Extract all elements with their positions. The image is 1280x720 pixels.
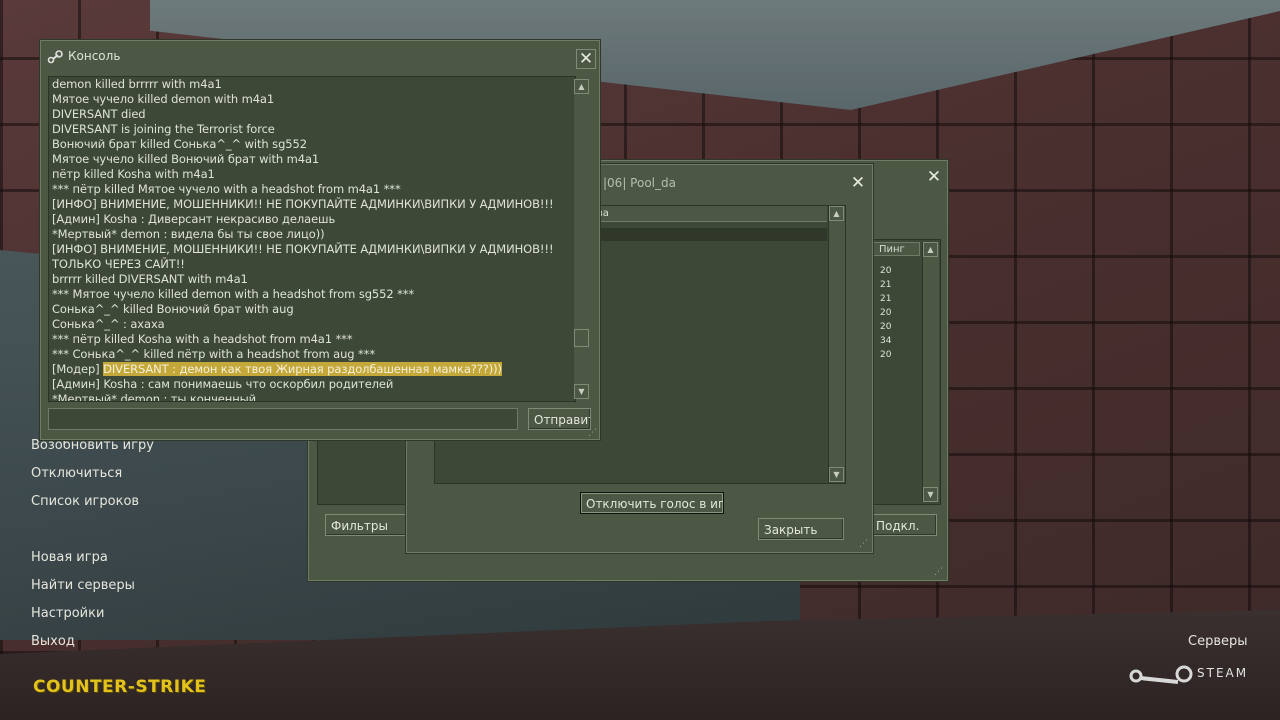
ping-value: 21 xyxy=(880,280,892,290)
scroll-down-icon[interactable]: ▼ xyxy=(923,487,938,502)
scroll-up-icon[interactable]: ▲ xyxy=(574,79,589,94)
server-list-scrollbar[interactable]: ▲ ▼ xyxy=(922,242,939,502)
console-lines: demon killed brrrrr with m4a1 Мятое чучел… xyxy=(49,77,575,402)
menu-options[interactable]: Настройки xyxy=(31,606,104,621)
steam-icon xyxy=(47,50,63,64)
mute-voice-button[interactable]: Отключить голос в игре xyxy=(580,492,724,514)
console-line: ТОЛЬКО ЧЕРЕЗ САЙТ!! xyxy=(52,257,185,271)
scroll-up-icon[interactable]: ▲ xyxy=(829,206,844,221)
menu-resume-game[interactable]: Возобновить игру xyxy=(31,438,154,453)
ping-value: 21 xyxy=(880,294,892,304)
console-window: Консоль ✕ demon killed brrrrr with m4a1 М… xyxy=(40,40,600,440)
menu-player-list[interactable]: Список игроков xyxy=(31,494,139,509)
console-scrollbar[interactable]: ▲ ▼ xyxy=(574,79,590,399)
console-line: brrrrr killed DIVERSANT with m4a1 xyxy=(52,272,248,286)
ping-value: 20 xyxy=(880,308,892,318)
console-line: Сонька^_^ : ахаха xyxy=(52,317,165,331)
send-button[interactable]: Отправить xyxy=(528,408,591,430)
menu-quit[interactable]: Выход xyxy=(31,634,75,649)
console-line: *** пётр killed Kosha with a headshot fr… xyxy=(52,332,353,346)
ping-value: 34 xyxy=(880,336,892,346)
console-line: DIVERSANT died xyxy=(52,107,146,121)
console-line: пётр killed Kosha with m4a1 xyxy=(52,167,215,181)
console-line: DIVERSANT is joining the Terrorist force xyxy=(52,122,275,136)
highlighted-message: DIVERSANT : демон как твоя Жирная раздол… xyxy=(103,362,502,376)
console-line: *Мертвый* demon : ты конченный xyxy=(52,392,256,402)
close-icon[interactable]: ✕ xyxy=(576,49,596,69)
console-line: [Админ] Kosha : сам понимаешь что оскорб… xyxy=(52,377,394,391)
connect-button[interactable]: Подкл. xyxy=(869,514,937,536)
console-title: Консоль xyxy=(68,49,121,63)
filters-button[interactable]: Фильтры xyxy=(325,514,415,536)
ping-values: 20 21 21 20 20 34 20 xyxy=(880,264,891,362)
console-line: [Админ] Kosha : Диверсант некрасиво дела… xyxy=(52,212,336,226)
servers-link[interactable]: Серверы xyxy=(1188,634,1248,649)
scrollbar-thumb[interactable] xyxy=(574,329,589,347)
console-input[interactable] xyxy=(48,408,518,430)
console-line: demon killed brrrrr with m4a1 xyxy=(52,77,222,91)
console-line: [Модер] DIVERSANT : демон как твоя Жирна… xyxy=(49,362,575,377)
player-list-title: |06| Pool_da xyxy=(603,176,676,190)
menu-find-servers[interactable]: Найти серверы xyxy=(31,578,135,593)
steam-logo-icon xyxy=(1129,665,1193,684)
console-line: Вонючий брат killed Сонька^_^ with sg552 xyxy=(52,137,307,151)
menu-disconnect[interactable]: Отключиться xyxy=(31,466,122,481)
console-line: Мятое чучело killed Вонючий брат with m4… xyxy=(52,152,320,166)
ping-value: 20 xyxy=(880,322,892,332)
close-button[interactable]: Закрыть xyxy=(758,518,844,540)
console-log: demon killed brrrrr with m4a1 Мятое чучел… xyxy=(48,76,576,402)
ping-value: 20 xyxy=(880,266,892,276)
scroll-down-icon[interactable]: ▼ xyxy=(829,467,844,482)
scroll-up-icon[interactable]: ▲ xyxy=(923,242,938,257)
console-line: [ИНФО] ВНИМЕНИЕ, МОШЕННИКИ!! НЕ ПОКУПАЙТ… xyxy=(52,242,554,256)
console-line: Мятое чучело killed demon with m4a1 xyxy=(52,92,275,106)
console-line-prefix: [Модер] xyxy=(52,362,104,376)
close-icon[interactable]: ✕ xyxy=(925,168,943,186)
resize-grip-icon[interactable]: ⋰ xyxy=(859,539,869,549)
console-line: Сонька^_^ killed Вонючий брат with aug xyxy=(52,302,294,316)
resize-grip-icon[interactable]: ⋰ xyxy=(934,567,944,577)
console-line: *Мертвый* demon : видела бы ты свое лицо… xyxy=(52,227,325,241)
ping-value: 20 xyxy=(880,350,892,360)
player-table-scrollbar[interactable]: ▲ ▼ xyxy=(828,206,845,482)
menu-new-game[interactable]: Новая игра xyxy=(31,550,108,565)
counter-strike-logo: COUNTER-STRIKE xyxy=(33,677,207,697)
steam-label: STEAM xyxy=(1197,666,1249,680)
console-line: [ИНФО] ВНИМЕНИЕ, МОШЕННИКИ!! НЕ ПОКУПАЙТ… xyxy=(52,197,554,211)
scroll-down-icon[interactable]: ▼ xyxy=(574,384,589,399)
console-line: *** Сонька^_^ killed пётр with a headsho… xyxy=(52,347,375,361)
console-line: *** пётр killed Мятое чучело with a head… xyxy=(52,182,401,196)
console-line: *** Мятое чучело killed demon with a hea… xyxy=(52,287,415,301)
resize-grip-icon[interactable]: ⋰ xyxy=(588,428,598,438)
close-icon[interactable]: ✕ xyxy=(849,174,867,192)
ping-column-header[interactable]: Пинг xyxy=(872,242,920,256)
